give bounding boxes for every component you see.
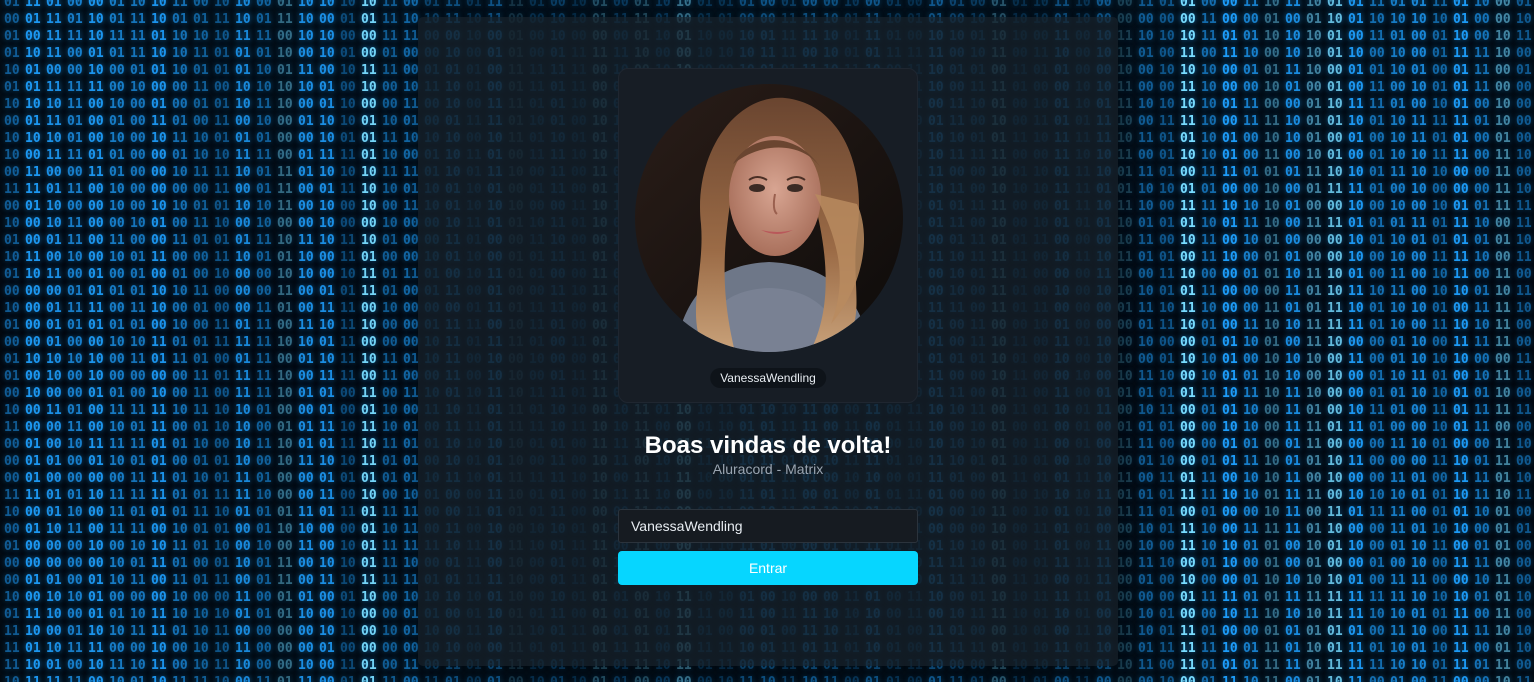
matrix-rain-column: 10 10 10 00 11 10 00 01 00 01 01 00 00 0… [298,0,314,682]
matrix-rain-column: 11 00 01 10 01 00 11 11 00 00 01 00 10 1… [1243,0,1259,682]
matrix-rain-column: 11 10 01 01 00 01 10 11 01 11 10 00 10 0… [1432,0,1448,682]
matrix-rain-column: 10 10 11 01 01 10 10 00 01 11 10 00 10 0… [235,0,251,682]
matrix-rain-column: 10 00 00 11 11 11 00 01 00 00 00 00 01 1… [1474,0,1490,682]
matrix-rain-column: 11 00 10 01 00 00 10 00 11 00 11 10 10 0… [1138,0,1154,682]
matrix-rain-column: 00 01 11 00 00 11 11 01 01 11 00 11 00 1… [67,0,83,682]
matrix-rain-column: 00 10 11 00 00 10 11 01 10 00 11 01 11 0… [403,0,419,682]
matrix-rain-column: 10 01 10 10 10 00 01 01 01 10 11 01 00 1… [1306,0,1322,682]
username-input[interactable] [618,509,918,543]
matrix-rain-column: 01 00 10 00 10 00 10 11 01 01 01 10 00 0… [1159,0,1175,682]
matrix-rain-column: 10 11 11 11 01 10 00 00 00 00 00 00 00 1… [130,0,146,682]
matrix-rain-column: 00 00 11 11 10 11 11 10 10 11 01 01 11 1… [1117,0,1133,682]
matrix-rain-column: 01 01 10 11 01 01 01 11 01 11 00 00 01 1… [1453,0,1469,682]
enter-button[interactable]: Entrar [618,551,918,585]
matrix-rain-column: 10 01 00 01 10 00 10 10 01 11 10 11 00 0… [340,0,356,682]
login-panel: VanessaWendling Boas vindas de volta! Al… [418,17,1118,666]
matrix-rain-column: 01 00 01 01 10 01 10 00 10 10 00 11 00 1… [4,0,20,682]
matrix-rain-column: 01 10 01 10 10 00 01 10 10 10 11 00 10 0… [1390,0,1406,682]
matrix-rain-column: 10 00 10 10 00 01 01 10 10 11 10 01 10 1… [319,0,335,682]
matrix-rain-column: 01 10 00 00 01 10 00 11 11 10 10 10 00 1… [1411,0,1427,682]
matrix-rain-column: 01 01 11 01 00 00 10 01 10 01 01 10 10 0… [109,0,125,682]
page-subtitle: Aluracord - Matrix [712,461,824,477]
matrix-rain-column: 00 00 01 11 00 00 01 00 01 01 11 00 10 0… [1222,0,1238,682]
matrix-rain-column: 01 10 11 00 01 00 00 00 00 10 00 10 11 1… [1516,0,1532,682]
matrix-rain-column: 10 01 10 00 01 10 00 11 10 11 01 10 10 1… [1264,0,1280,682]
matrix-rain-column: 11 10 11 00 01 11 11 01 00 01 01 01 00 0… [1369,0,1385,682]
page-title: Boas vindas de volta! [644,432,892,459]
matrix-rain-column: 10 10 01 10 01 00 01 11 10 00 00 00 10 0… [151,0,167,682]
matrix-rain-column: 00 01 11 01 10 10 11 10 01 11 01 01 10 1… [256,0,272,682]
profile-photo [635,84,903,352]
username-chip: VanessaWendling [710,368,826,388]
matrix-rain-column: 11 01 00 10 01 01 10 01 10 00 11 11 01 0… [25,0,41,682]
matrix-rain-column: 00 10 10 01 10 11 00 00 00 01 11 00 00 0… [88,0,104,682]
matrix-rain-column: 01 01 00 10 01 00 11 10 01 00 10 11 10 0… [1348,0,1364,682]
matrix-rain-column: 01 11 11 11 00 11 10 11 10 11 00 01 10 1… [46,0,62,682]
matrix-rain-column: 11 11 11 01 11 00 00 10 11 10 11 10 00 1… [382,0,398,682]
profile-card: VanessaWendling [618,68,918,403]
matrix-rain-column: 01 11 00 10 01 10 10 00 00 00 11 11 11 0… [277,0,293,682]
matrix-rain-column: 01 10 01 01 00 01 10 01 00 01 10 11 00 1… [1327,0,1343,682]
matrix-rain-column: 01 00 10 11 10 11 10 11 01 10 00 01 11 0… [1180,0,1196,682]
matrix-rain-column: 00 11 11 00 10 10 10 10 10 10 11 01 11 1… [1201,0,1217,682]
matrix-rain-column: 11 01 10 10 10 00 00 01 11 01 10 00 10 0… [172,0,188,682]
matrix-rain-column: 11 00 10 10 11 01 00 10 10 00 01 00 01 0… [1285,0,1301,682]
matrix-rain-column: 00 01 10 11 01 11 01 00 10 10 11 00 01 1… [193,0,209,682]
matrix-rain-column: 10 01 00 00 11 10 00 01 01 01 10 10 10 0… [361,0,377,682]
matrix-rain-column: 00 00 10 10 00 00 10 10 01 11 11 11 11 0… [1495,0,1511,682]
matrix-rain-column: 10 11 10 01 01 00 01 11 01 10 11 11 01 1… [214,0,230,682]
avatar [635,84,903,352]
